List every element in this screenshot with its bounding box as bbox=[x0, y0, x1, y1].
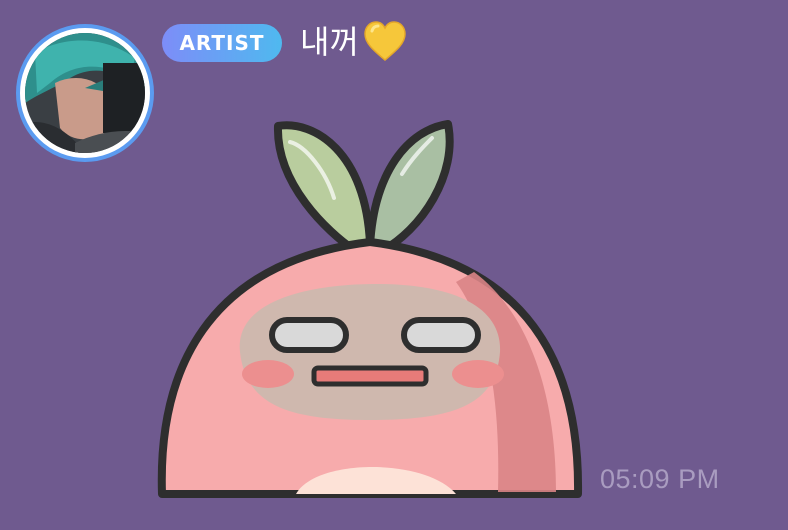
message-bubble[interactable]: 내꺼 bbox=[300, 18, 407, 66]
artist-badge: ARTIST bbox=[162, 24, 282, 62]
message-text: 내꺼 bbox=[300, 23, 359, 61]
yellow-heart-icon bbox=[364, 21, 406, 61]
message-timestamp: 05:09 PM bbox=[600, 464, 720, 494]
peach-sticker-icon[interactable] bbox=[156, 112, 584, 500]
avatar-photo bbox=[25, 33, 145, 153]
sender-avatar[interactable] bbox=[16, 24, 154, 162]
